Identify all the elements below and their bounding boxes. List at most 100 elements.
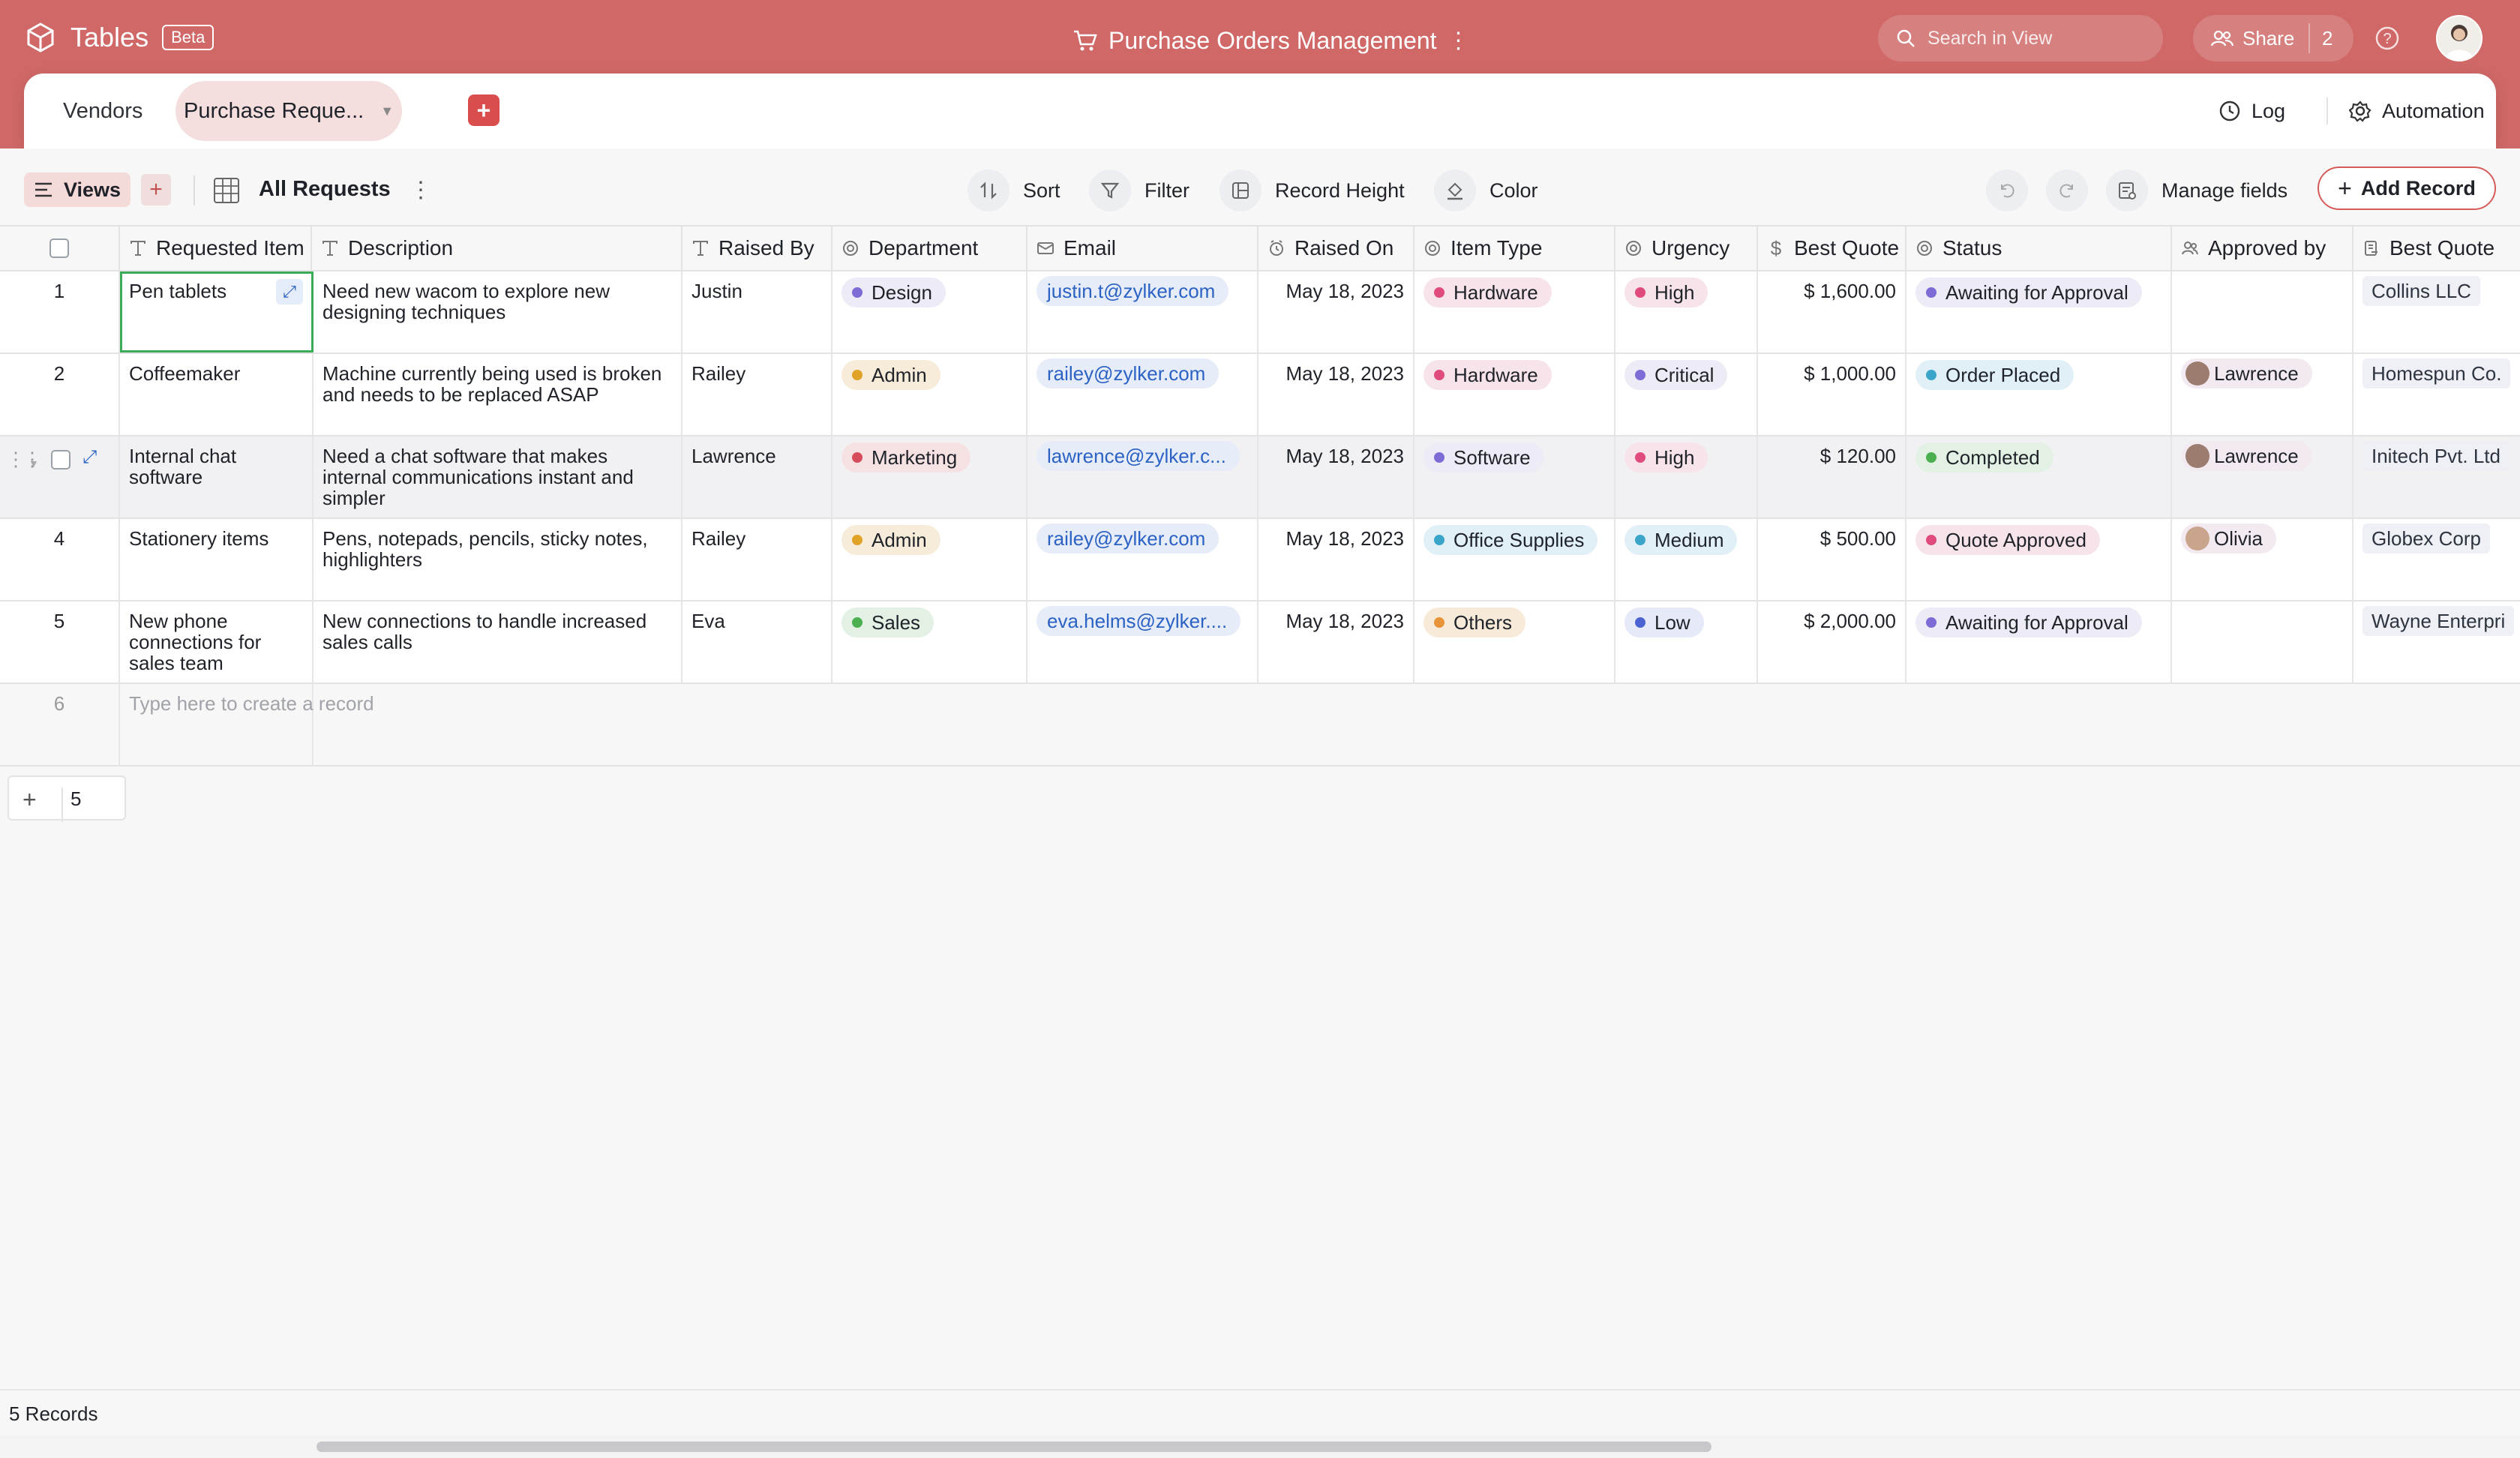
cell-raised-by[interactable]: Eva	[682, 602, 832, 682]
cell-approved-by[interactable]: Lawrence	[2172, 354, 2354, 435]
cell-requested-item[interactable]: New phone connections for sales team	[120, 602, 314, 682]
cell-best-quote[interactable]: $ 500.00	[1758, 519, 1906, 600]
cell-raised-by[interactable]: Lawrence	[682, 436, 832, 518]
cell-raised-by[interactable]: Justin	[682, 272, 832, 352]
cell-department[interactable]: Design	[832, 272, 1028, 352]
column-header-urgency[interactable]: Urgency	[1616, 226, 1758, 272]
views-button[interactable]: Views	[24, 172, 130, 207]
cell-email[interactable]: railey@zylker.com	[1028, 354, 1258, 435]
cell-raised-on[interactable]: May 18, 2023	[1258, 354, 1414, 435]
table-row[interactable]: ⋮⋮ ▼ ⤢ Internal chat software Need a cha…	[0, 436, 2520, 519]
cell-status[interactable]: Order Placed	[1906, 354, 2172, 435]
new-record-row[interactable]: 6 Type here to create a record	[0, 684, 2520, 766]
cell-vendor[interactable]: Initech Pvt. Ltd	[2354, 436, 2520, 518]
column-header-requested-item[interactable]: Requested Item	[120, 226, 312, 272]
column-header-best-quote-vendor[interactable]: Best Quote	[2354, 226, 2520, 272]
sort-button[interactable]: Sort	[968, 170, 1060, 212]
automation-button[interactable]: Automation	[2349, 92, 2485, 130]
vendor-link[interactable]: Wayne Enterpri	[2362, 606, 2515, 636]
cell-email[interactable]: railey@zylker.com	[1028, 519, 1258, 600]
cell-status[interactable]: Awaiting for Approval	[1906, 272, 2172, 352]
cell-department[interactable]: Admin	[832, 519, 1028, 600]
cell-status[interactable]: Awaiting for Approval	[1906, 602, 2172, 682]
cell-best-quote[interactable]: $ 120.00	[1758, 436, 1906, 518]
cell-urgency[interactable]: High	[1616, 272, 1758, 352]
log-button[interactable]: Log	[2218, 92, 2285, 130]
table-row[interactable]: 5 New phone connections for sales team N…	[0, 602, 2520, 684]
cell-department[interactable]: Marketing	[832, 436, 1028, 518]
tab-purchase-requests[interactable]: Purchase Reque... ▼	[176, 81, 402, 141]
cell-description[interactable]: New connections to handle increased sale…	[314, 602, 682, 682]
cell-raised-on[interactable]: May 18, 2023	[1258, 519, 1414, 600]
column-header-department[interactable]: Department	[832, 226, 1028, 272]
cell-item-type[interactable]: Hardware	[1414, 272, 1616, 352]
user-avatar[interactable]	[2436, 15, 2482, 62]
plus-icon[interactable]: +	[22, 786, 37, 814]
cell-item-type[interactable]: Others	[1414, 602, 1616, 682]
title-menu-icon[interactable]: ⋮	[1448, 28, 1470, 54]
cell-vendor[interactable]: Globex Corp	[2354, 519, 2520, 600]
cell-raised-by[interactable]: Railey	[682, 519, 832, 600]
filter-button[interactable]: Filter	[1089, 170, 1190, 212]
cell-department[interactable]: Sales	[832, 602, 1028, 682]
share-button[interactable]: Share 2	[2193, 15, 2354, 62]
cell-urgency[interactable]: High	[1616, 436, 1758, 518]
vendor-link[interactable]: Globex Corp	[2362, 524, 2490, 554]
cell-item-type[interactable]: Office Supplies	[1414, 519, 1616, 600]
select-all-checkbox[interactable]	[50, 238, 69, 258]
chevron-down-icon[interactable]: ▼	[28, 453, 39, 474]
cell-urgency[interactable]: Medium	[1616, 519, 1758, 600]
cell-best-quote[interactable]: $ 1,600.00	[1758, 272, 1906, 352]
cell-vendor[interactable]: Homespun Co.	[2354, 354, 2520, 435]
horizontal-scrollbar[interactable]	[316, 1442, 1712, 1452]
expand-record-icon[interactable]: ⤢	[82, 447, 97, 468]
cell-vendor[interactable]: Collins LLC	[2354, 272, 2520, 352]
cell-raised-on[interactable]: May 18, 2023	[1258, 436, 1414, 518]
cell-description[interactable]: Need a chat software that makes internal…	[314, 436, 682, 518]
column-header-status[interactable]: Status	[1906, 226, 2172, 272]
email-link[interactable]: railey@zylker.com	[1036, 524, 1220, 554]
cell-requested-item[interactable]: Stationery items	[120, 519, 314, 600]
cell-approved-by[interactable]	[2172, 602, 2354, 682]
cell-approved-by[interactable]: Olivia	[2172, 519, 2354, 600]
cell-status[interactable]: Completed	[1906, 436, 2172, 518]
app-brand[interactable]: Tables Beta	[24, 16, 214, 58]
cell-department[interactable]: Admin	[832, 354, 1028, 435]
add-records-bar[interactable]: + 5	[8, 776, 126, 822]
add-record-button[interactable]: + Add Record	[2318, 166, 2496, 210]
add-view-button[interactable]: +	[141, 174, 171, 206]
email-link[interactable]: justin.t@zylker.com	[1036, 276, 1229, 306]
column-header-item-type[interactable]: Item Type	[1414, 226, 1616, 272]
vendor-link[interactable]: Collins LLC	[2362, 276, 2480, 306]
email-link[interactable]: railey@zylker.com	[1036, 358, 1220, 388]
row-checkbox[interactable]	[51, 450, 70, 470]
email-link[interactable]: eva.helms@zylker....	[1036, 606, 1241, 636]
cell-best-quote[interactable]: $ 1,000.00	[1758, 354, 1906, 435]
redo-button[interactable]	[2046, 170, 2088, 212]
cell-item-type[interactable]: Hardware	[1414, 354, 1616, 435]
column-header-email[interactable]: Email	[1028, 226, 1258, 272]
column-header-raised-on[interactable]: Raised On	[1258, 226, 1414, 272]
cell-email[interactable]: justin.t@zylker.com	[1028, 272, 1258, 352]
email-link[interactable]: lawrence@zylker.c...	[1036, 441, 1240, 471]
add-records-count[interactable]: 5	[62, 788, 81, 822]
table-row[interactable]: 2 Coffeemaker Machine currently being us…	[0, 354, 2520, 436]
cell-item-type[interactable]: Software	[1414, 436, 1616, 518]
document-title[interactable]: Purchase Orders Management ⋮	[1072, 22, 1470, 58]
add-table-button[interactable]: +	[468, 94, 500, 126]
cell-description[interactable]: Machine currently being used is broken a…	[314, 354, 682, 435]
cell-email[interactable]: lawrence@zylker.c...	[1028, 436, 1258, 518]
cell-description[interactable]: Need new wacom to explore new designing …	[314, 272, 682, 352]
cell-description[interactable]: Pens, notepads, pencils, sticky notes, h…	[314, 519, 682, 600]
table-row[interactable]: 4 Stationery items Pens, notepads, penci…	[0, 519, 2520, 602]
vendor-link[interactable]: Homespun Co.	[2362, 358, 2511, 388]
manage-fields-button[interactable]: Manage fields	[2106, 170, 2288, 212]
cell-raised-on[interactable]: May 18, 2023	[1258, 602, 1414, 682]
view-options-icon[interactable]: ⋮	[410, 177, 432, 203]
search-input[interactable]	[1928, 27, 2152, 50]
cell-urgency[interactable]: Low	[1616, 602, 1758, 682]
cell-approved-by[interactable]: Lawrence	[2172, 436, 2354, 518]
column-header-best-quote[interactable]: $ Best Quote	[1758, 226, 1906, 272]
chevron-down-icon[interactable]: ▼	[380, 104, 394, 119]
cell-requested-item[interactable]: Coffeemaker	[120, 354, 314, 435]
